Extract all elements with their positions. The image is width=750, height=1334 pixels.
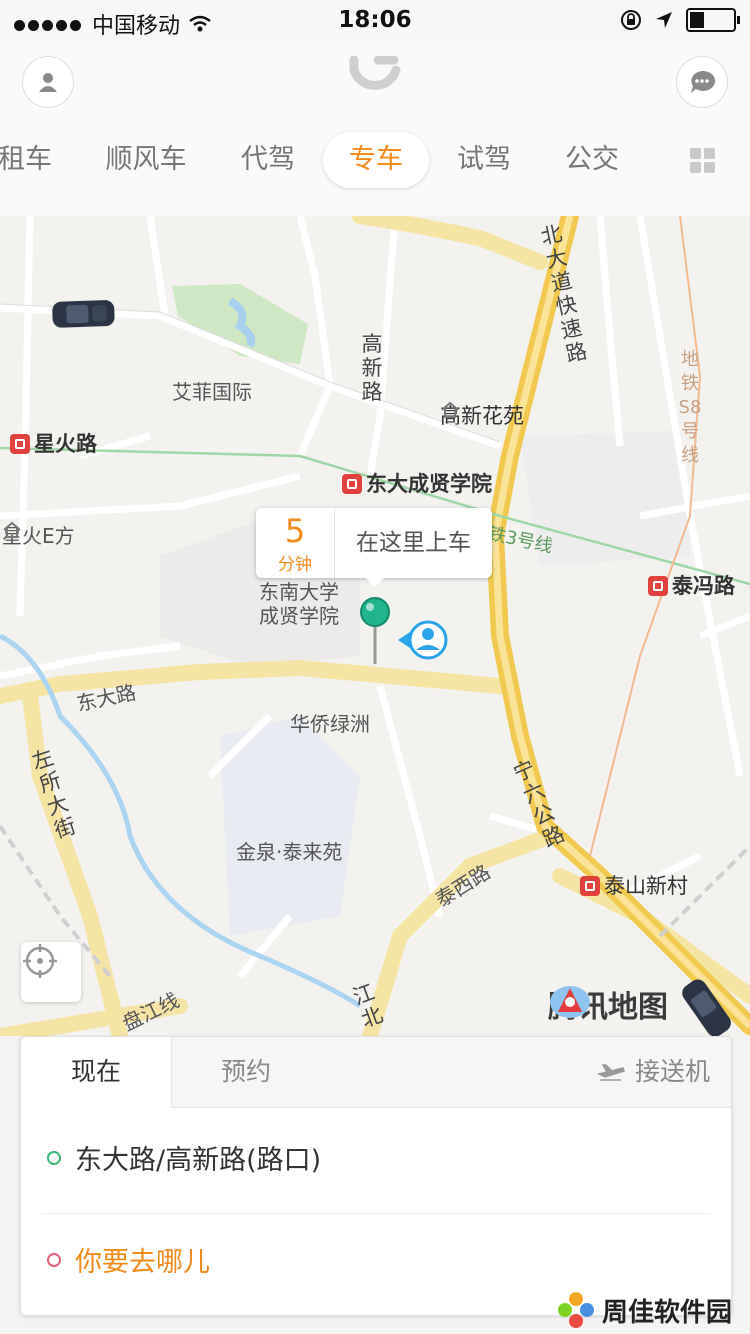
eta-unit: 分钟 <box>278 555 312 575</box>
messages-button[interactable] <box>676 56 728 108</box>
tab-reserve[interactable]: 预约 <box>221 1037 271 1107</box>
metro-icon <box>10 434 30 454</box>
map-metro-dongda[interactable]: 东大成贤学院 <box>342 468 492 498</box>
map-view[interactable]: 艾菲国际 高新路 高新花苑 星火路 东大成贤学院 星火E方 地铁3号线 泰冯路 … <box>0 216 750 1036</box>
map-label-seu-chengxian: 东南大学成贤学院 <box>259 580 339 628</box>
more-services-icon[interactable] <box>690 148 715 173</box>
airport-label: 接送机 <box>635 1057 711 1086</box>
header: 租车 顺风车 代驾 专车 试驾 公交 <box>0 40 750 217</box>
pickup-location-text: 东大路/高新路(路口) <box>75 1145 322 1176</box>
map-label-jinquan: 金泉·泰来苑 <box>236 840 343 864</box>
battery-icon <box>686 8 740 32</box>
pickup-text: 在这里上车 <box>356 530 471 556</box>
status-right <box>620 8 740 32</box>
tab-rental[interactable]: 租车 <box>0 132 80 188</box>
eta-value: 5 <box>284 512 306 550</box>
destination-dot-icon <box>47 1253 61 1267</box>
pickup-dot-icon <box>47 1151 61 1165</box>
home-icon <box>3 521 21 538</box>
pickup-location-row[interactable]: 东大路/高新路(路口) <box>21 1111 731 1211</box>
tab-now[interactable]: 现在 <box>21 1037 172 1108</box>
tab-airport[interactable]: 接送机 <box>597 1037 710 1107</box>
didi-logo <box>348 55 402 106</box>
home-icon <box>441 401 459 418</box>
map-label-metro-s8: 地铁S8号线 <box>678 349 702 466</box>
status-bar: 中国移动 18:06 <box>0 0 750 40</box>
location-arrow-icon <box>656 12 672 28</box>
map-label-huaqiao: 华侨绿洲 <box>290 712 370 736</box>
map-label-gaoxin-road: 高新路 <box>361 332 383 404</box>
tab-bus[interactable]: 公交 <box>552 132 632 188</box>
map-provider-logo: 腾讯地图 <box>548 982 668 1026</box>
map-label-aifei: 艾菲国际 <box>172 380 252 404</box>
destination-placeholder: 你要去哪儿 <box>75 1247 210 1278</box>
metro-icon <box>342 474 362 494</box>
profile-button[interactable] <box>22 56 74 108</box>
map-poi-xinghuo-e[interactable]: 星火E方 <box>2 520 75 549</box>
pinwheel-icon <box>558 1292 594 1328</box>
service-tabs: 租车 顺风车 代驾 专车 试驾 公交 <box>0 132 750 192</box>
user-icon <box>39 73 57 92</box>
poi-label: 泰山新村 <box>604 874 688 898</box>
tab-premier[interactable]: 专车 <box>323 132 429 188</box>
chat-bubble-icon <box>691 70 716 93</box>
tab-test-drive[interactable]: 试驾 <box>444 132 524 188</box>
locate-button[interactable] <box>21 942 81 1002</box>
map-metro-xinghuo[interactable]: 星火路 <box>10 428 97 458</box>
watermark-label: 周佳软件园 <box>602 1297 733 1328</box>
metro-icon <box>648 576 668 596</box>
tab-designated-driver[interactable]: 代驾 <box>228 132 308 188</box>
booking-panel: 现在 预约 接送机 东大路/高新路(路口) 你要去哪儿 <box>20 1036 732 1316</box>
metro-label: 星火路 <box>34 432 97 456</box>
eta-box: 5 分钟 <box>256 508 335 578</box>
crosshair-icon <box>23 944 57 978</box>
map-poi-gaoxin-garden[interactable]: 高新花苑 <box>440 400 524 430</box>
metro-label: 泰冯路 <box>672 574 735 598</box>
tab-carpool[interactable]: 顺风车 <box>96 132 196 188</box>
metro-icon <box>580 876 600 896</box>
map-poi-taishan[interactable]: 泰山新村 <box>580 870 688 900</box>
watermark: 周佳软件园 <box>556 1290 732 1330</box>
booking-tabs: 现在 预约 接送机 <box>21 1037 731 1108</box>
pickup-callout[interactable]: 5 分钟 在这里上车 <box>256 508 492 587</box>
metro-label: 东大成贤学院 <box>366 472 492 496</box>
plane-icon <box>597 1064 625 1081</box>
map-metro-taifeng[interactable]: 泰冯路 <box>648 570 735 600</box>
rotation-lock-icon <box>621 10 641 30</box>
tencent-map-icon <box>550 986 590 1018</box>
